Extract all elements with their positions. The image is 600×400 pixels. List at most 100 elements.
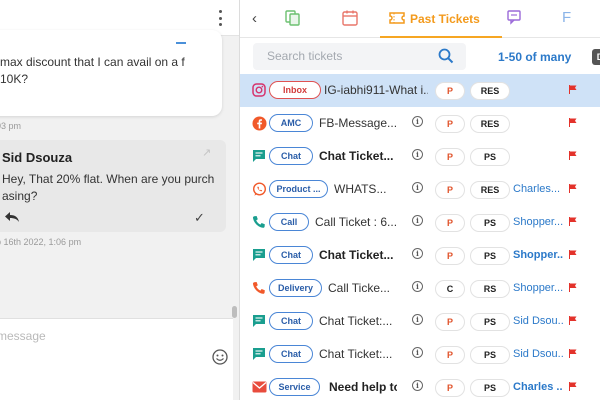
tab-bar: ‹ Past Tickets F bbox=[240, 0, 600, 38]
ticket-row[interactable]: Product ... WHATS... i P RES Charles... bbox=[240, 173, 600, 206]
status-badge: PS bbox=[470, 379, 510, 397]
agent-name[interactable]: Sid Dsou... bbox=[513, 348, 563, 360]
sender-name: Sid Dsouza bbox=[2, 150, 73, 165]
ticket-row[interactable]: Chat Chat Ticket... i P PS bbox=[240, 140, 600, 173]
priority-badge: P bbox=[435, 148, 465, 166]
ticket-row[interactable]: Service Need help to i P PS Charles ... bbox=[240, 371, 600, 400]
priority-badge: P bbox=[435, 82, 465, 100]
priority-badge: P bbox=[435, 247, 465, 265]
chevron-left-icon[interactable]: ‹ bbox=[252, 10, 257, 27]
agent-name[interactable]: Charles ... bbox=[513, 381, 563, 393]
chat-icon bbox=[251, 313, 267, 329]
info-icon[interactable]: i bbox=[412, 215, 423, 226]
whatsapp-icon bbox=[251, 181, 267, 197]
ticket-title[interactable]: Chat Ticket... bbox=[319, 248, 411, 262]
ticket-icon bbox=[389, 12, 405, 24]
phone-icon bbox=[251, 280, 267, 296]
flag-icon[interactable] bbox=[569, 316, 577, 325]
badge[interactable]: D bbox=[592, 49, 600, 65]
reply-icon[interactable] bbox=[4, 210, 20, 224]
email-icon bbox=[251, 379, 267, 395]
agent-name[interactable]: Shopper... bbox=[513, 216, 563, 228]
phone-icon bbox=[251, 214, 267, 230]
search-bar[interactable] bbox=[253, 43, 466, 70]
channel-badge: Chat bbox=[269, 147, 313, 165]
external-link-icon[interactable]: ↗ bbox=[202, 146, 211, 159]
status-badge: RES bbox=[470, 115, 510, 133]
chat-pane: max discount that I can avail on a f 10K… bbox=[0, 0, 240, 400]
delivered-check-icon: ✓ bbox=[194, 210, 205, 225]
ticket-title[interactable]: Need help to bbox=[329, 380, 397, 394]
status-badge: PS bbox=[470, 346, 510, 364]
flag-icon[interactable] bbox=[569, 151, 577, 160]
ticket-title[interactable]: Chat Ticket... bbox=[319, 149, 411, 163]
status-badge: PS bbox=[470, 247, 510, 265]
flag-icon[interactable] bbox=[569, 118, 577, 127]
channel-badge: Product ... bbox=[269, 180, 328, 198]
priority-badge: P bbox=[435, 346, 465, 364]
channel-badge: Chat bbox=[269, 312, 313, 330]
tab-partial[interactable]: F bbox=[562, 9, 571, 26]
channel-badge: Chat bbox=[269, 345, 313, 363]
ticket-row[interactable]: Call Call Ticket : 6... i P PS Shopper..… bbox=[240, 206, 600, 239]
ticket-title[interactable]: Chat Ticket:... bbox=[319, 314, 411, 328]
calendar-icon[interactable] bbox=[341, 9, 359, 27]
ticket-title[interactable]: Call Ticke... bbox=[328, 281, 410, 295]
ticket-row[interactable]: Inbox IG-iabhi911-What i... P RES bbox=[240, 74, 600, 107]
copy-icon[interactable] bbox=[284, 9, 302, 27]
info-icon[interactable]: i bbox=[412, 347, 423, 358]
flag-icon[interactable] bbox=[569, 85, 577, 94]
ticket-row[interactable]: Chat Chat Ticket:... i P PS Sid Dsou... bbox=[240, 305, 600, 338]
chat-icon bbox=[251, 148, 267, 164]
info-icon[interactable]: i bbox=[412, 149, 423, 160]
channel-badge: Service bbox=[269, 378, 320, 396]
composer-placeholder[interactable]: message bbox=[0, 329, 46, 343]
channel-badge: AMC bbox=[269, 114, 313, 132]
ticket-row[interactable]: Delivery Call Ticke... i C RS Shopper... bbox=[240, 272, 600, 305]
ticket-title[interactable]: IG-iabhi911-What i... bbox=[324, 83, 428, 97]
message-composer[interactable]: message bbox=[0, 318, 233, 400]
tab-past-tickets[interactable]: Past Tickets bbox=[380, 0, 502, 38]
flag-icon[interactable] bbox=[569, 349, 577, 358]
scrollbar-thumb[interactable] bbox=[232, 306, 237, 318]
status-badge: PS bbox=[470, 214, 510, 232]
pagination-label[interactable]: 1-50 of many bbox=[498, 50, 571, 64]
info-icon[interactable]: i bbox=[412, 248, 423, 259]
ticket-title[interactable]: WHATS... bbox=[334, 182, 410, 196]
channel-badge: Inbox bbox=[269, 81, 321, 99]
comments-icon[interactable] bbox=[506, 9, 524, 27]
info-icon[interactable]: i bbox=[412, 314, 423, 325]
ticket-title[interactable]: FB-Message... bbox=[319, 116, 409, 130]
priority-badge: P bbox=[435, 181, 465, 199]
ticket-row[interactable]: AMC FB-Message... i P RES bbox=[240, 107, 600, 140]
search-icon[interactable] bbox=[438, 48, 454, 64]
agent-name[interactable]: Charles... bbox=[513, 183, 563, 195]
ticket-title[interactable]: Call Ticket : 6... bbox=[315, 215, 410, 229]
status-badge: RES bbox=[470, 181, 510, 199]
tab-label: Past Tickets bbox=[410, 12, 480, 26]
flag-icon[interactable] bbox=[569, 283, 577, 292]
flag-icon[interactable] bbox=[569, 217, 577, 226]
agent-name[interactable]: Sid Dsou... bbox=[513, 315, 563, 327]
info-icon[interactable]: i bbox=[412, 116, 423, 127]
message-timestamp: 03 pm bbox=[0, 121, 22, 131]
ticket-row[interactable]: Chat Chat Ticket... i P PS Shopper... bbox=[240, 239, 600, 272]
priority-badge: P bbox=[435, 313, 465, 331]
flag-icon[interactable] bbox=[569, 250, 577, 259]
info-icon[interactable]: i bbox=[412, 380, 423, 391]
info-icon[interactable]: i bbox=[412, 281, 423, 292]
channel-badge: Delivery bbox=[269, 279, 322, 297]
more-options-icon[interactable] bbox=[214, 10, 226, 26]
flag-icon[interactable] bbox=[569, 184, 577, 193]
link-icon bbox=[176, 38, 186, 44]
search-input[interactable] bbox=[267, 49, 427, 63]
agent-name[interactable]: Shopper... bbox=[513, 282, 563, 294]
message-timestamp: b 16th 2022, 1:06 pm bbox=[0, 237, 82, 247]
info-icon[interactable]: i bbox=[412, 182, 423, 193]
ticket-row[interactable]: Chat Chat Ticket:... i P PS Sid Dsou... bbox=[240, 338, 600, 371]
message-text: max discount that I can avail on a f 10K… bbox=[0, 55, 185, 86]
agent-name[interactable]: Shopper... bbox=[513, 249, 563, 261]
emoji-icon[interactable] bbox=[212, 349, 228, 365]
flag-icon[interactable] bbox=[569, 382, 577, 391]
ticket-title[interactable]: Chat Ticket:... bbox=[319, 347, 411, 361]
